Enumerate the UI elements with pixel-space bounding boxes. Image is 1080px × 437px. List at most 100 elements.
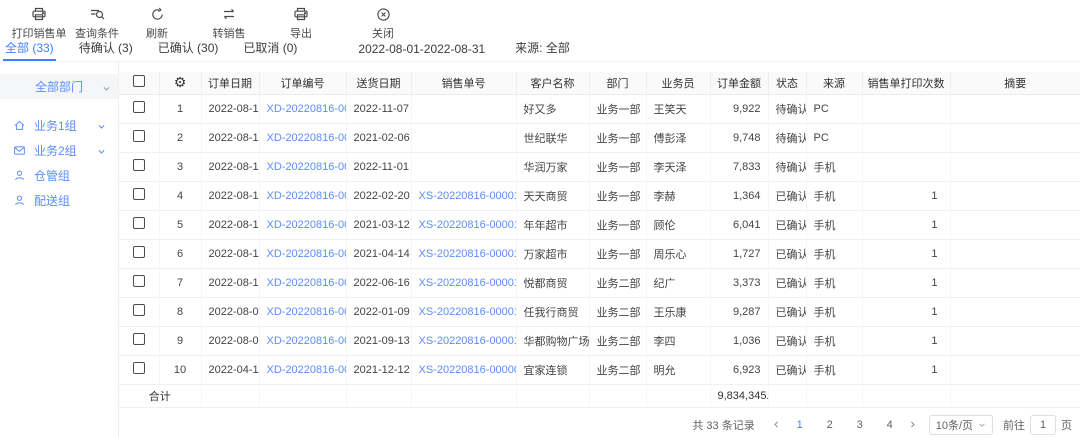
col-summary: 摘要 — [950, 72, 1080, 94]
toolbar: 打印销售单 查询条件 刷新 转销售 导出 关闭 — [0, 0, 1080, 40]
cell-salesperson: 李天泽 — [646, 152, 710, 181]
sidebar-item-business-group-1[interactable]: 业务1组 — [0, 113, 118, 137]
department-select[interactable]: 全部部门 — [0, 74, 118, 99]
row-checkbox[interactable] — [133, 188, 145, 200]
page-size-select[interactable]: 10条/页 — [929, 415, 993, 435]
query-conditions-button[interactable]: 查询条件 — [74, 6, 120, 41]
cell-order-date: 2022-08-16 — [201, 94, 259, 123]
cell-delivery-date: 2021-03-12 — [346, 210, 411, 239]
order-no-link[interactable]: XD-20220816-000010 — [267, 335, 347, 347]
table-body: 12022-08-16XD-20220816-0000182022-11-07好… — [119, 94, 1080, 384]
order-no-link[interactable]: XD-20220816-000017 — [267, 132, 347, 144]
sales-no-link[interactable]: XS-20220816-000010 — [419, 335, 517, 347]
table-row: 52022-08-12XD-20220816-0000142021-03-12X… — [119, 210, 1080, 239]
order-no-link[interactable]: XD-20220816-000012 — [267, 277, 347, 289]
cell-order-date: 2022-08-13 — [201, 181, 259, 210]
cell-customer: 万家超市 — [516, 239, 589, 268]
cell-select — [119, 210, 159, 239]
page-number-1[interactable]: 1 — [792, 419, 808, 431]
cell-amount: 3,373 — [710, 268, 768, 297]
row-checkbox[interactable] — [133, 275, 145, 287]
sales-no-link[interactable]: XS-20220816-000009 — [419, 364, 517, 376]
row-checkbox[interactable] — [133, 101, 145, 113]
refresh-button[interactable]: 刷新 — [134, 6, 180, 41]
cell-status: 已确认 — [768, 268, 806, 297]
order-no-link[interactable]: XD-20220816-000016 — [267, 161, 347, 173]
cell-sales-no: XS-20220816-000011 — [411, 297, 516, 326]
order-no-link[interactable]: XD-20220816-000011 — [267, 306, 347, 318]
cell-delivery-date: 2021-04-14 — [346, 239, 411, 268]
records-count: 共 33 条记录 — [692, 417, 754, 433]
order-no-link[interactable]: XD-20220816-000009 — [267, 364, 347, 376]
sidebar-item-business-group-2[interactable]: 业务2组 — [0, 138, 118, 162]
cell-department: 业务二部 — [589, 326, 646, 355]
cell-amount: 6,041 — [710, 210, 768, 239]
sidebar-item-warehouse-group[interactable]: 仓管组 — [0, 163, 118, 187]
sales-no-link[interactable]: XS-20220816-000014 — [419, 219, 517, 231]
cell-status: 已确认 — [768, 239, 806, 268]
page-number-2[interactable]: 2 — [822, 419, 838, 431]
row-checkbox[interactable] — [133, 304, 145, 316]
select-all-header — [119, 72, 159, 94]
chevron-right-icon — [908, 420, 917, 429]
cell-order-no: XD-20220816-000009 — [259, 355, 346, 384]
cell-order-no: XD-20220816-000010 — [259, 326, 346, 355]
summary-row: 合计 9,834,345.00 — [119, 384, 1080, 407]
cell-source: 手机 — [806, 152, 862, 181]
close-button[interactable]: 关闭 — [360, 6, 406, 41]
cell-select — [119, 355, 159, 384]
row-checkbox[interactable] — [133, 159, 145, 171]
tab-cancelled[interactable]: 已取消 (0) — [241, 39, 299, 61]
page-number-4[interactable]: 4 — [882, 419, 898, 431]
export-button[interactable]: 导出 — [278, 6, 324, 41]
order-no-link[interactable]: XD-20220816-000018 — [267, 103, 347, 115]
sales-no-link[interactable]: XS-20220816-000013 — [419, 248, 517, 260]
summary-empty — [259, 384, 346, 407]
transfer-to-sales-button[interactable]: 转销售 — [206, 6, 252, 41]
cell-seq: 8 — [159, 297, 201, 326]
order-no-link[interactable]: XD-20220816-000013 — [267, 248, 347, 260]
cell-department: 业务一部 — [589, 210, 646, 239]
col-salesperson: 业务员 — [646, 72, 710, 94]
department-select-value: 全部部门 — [35, 78, 83, 95]
row-checkbox[interactable] — [133, 362, 145, 374]
prev-page-button[interactable] — [769, 417, 785, 433]
next-page-button[interactable] — [905, 417, 921, 433]
tab-confirmed[interactable]: 已确认 (30) — [156, 39, 221, 61]
chevron-down-icon[interactable] — [97, 120, 106, 134]
table-row: 92022-08-08XD-20220816-0000102021-09-13X… — [119, 326, 1080, 355]
cell-salesperson: 纪广 — [646, 268, 710, 297]
sales-no-link[interactable]: XS-20220816-000011 — [419, 306, 517, 318]
cell-source: 手机 — [806, 326, 862, 355]
order-no-link[interactable]: XD-20220816-000015 — [267, 190, 347, 202]
tab-all[interactable]: 全部 (33) — [3, 39, 56, 61]
chevron-down-icon[interactable] — [97, 145, 106, 159]
gear-icon[interactable]: ⚙ — [174, 74, 187, 90]
cell-order-date: 2022-08-08 — [201, 326, 259, 355]
row-checkbox[interactable] — [133, 333, 145, 345]
page-number-3[interactable]: 3 — [852, 419, 868, 431]
tab-pending-confirm[interactable]: 待确认 (3) — [77, 39, 135, 61]
status-tab-bar: 全部 (33) 待确认 (3) 已确认 (30) 已取消 (0) 2022-08… — [0, 40, 1080, 62]
cell-delivery-date: 2022-01-09 — [346, 297, 411, 326]
sales-no-link[interactable]: XS-20220816-000015 — [419, 190, 517, 202]
order-no-link[interactable]: XD-20220816-000014 — [267, 219, 347, 231]
cell-status: 已确认 — [768, 297, 806, 326]
cell-print-count: 1 — [862, 239, 950, 268]
cell-amount: 9,922 — [710, 94, 768, 123]
cell-source: 手机 — [806, 181, 862, 210]
cell-order-no: XD-20220816-000014 — [259, 210, 346, 239]
pagination-bar: 共 33 条记录 1 2 3 4 10条/页 前往 页 — [119, 415, 1080, 435]
print-sales-order-button[interactable]: 打印销售单 — [10, 6, 68, 41]
row-checkbox[interactable] — [133, 130, 145, 142]
select-all-checkbox[interactable] — [133, 75, 145, 87]
cell-source: 手机 — [806, 355, 862, 384]
sidebar-item-delivery-group[interactable]: 配送组 — [0, 188, 118, 212]
cell-print-count: 1 — [862, 355, 950, 384]
goto-page-input[interactable] — [1030, 415, 1056, 435]
sales-no-link[interactable]: XS-20220816-000012 — [419, 277, 517, 289]
user-icon — [13, 193, 27, 207]
row-checkbox[interactable] — [133, 246, 145, 258]
cell-department: 业务二部 — [589, 355, 646, 384]
row-checkbox[interactable] — [133, 217, 145, 229]
